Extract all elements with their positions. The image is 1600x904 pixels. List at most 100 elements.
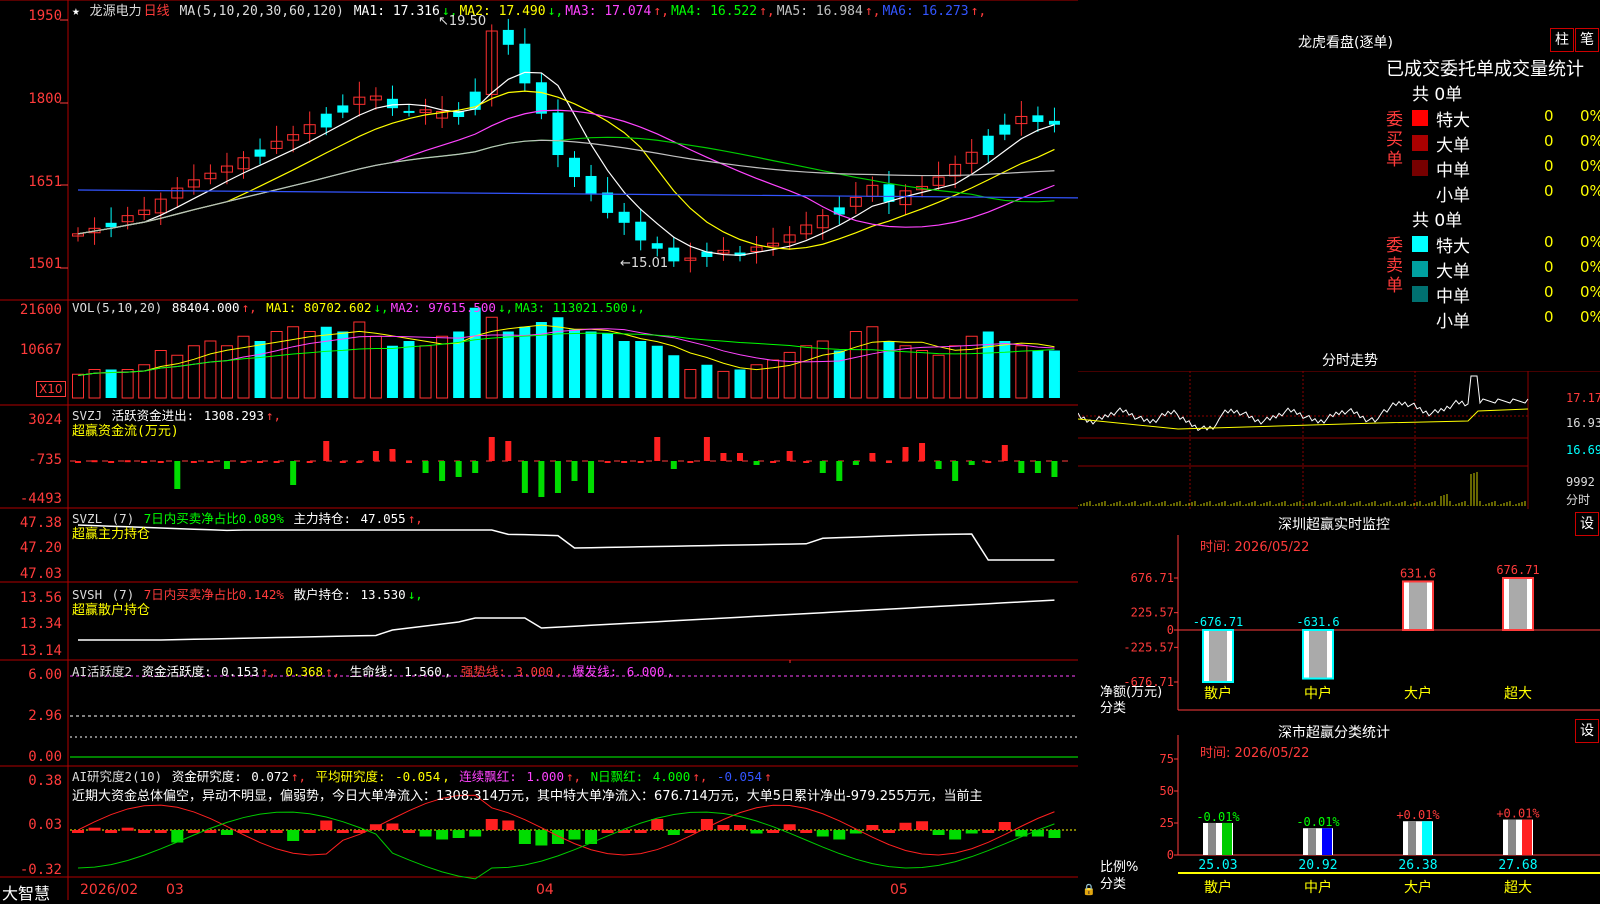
row-pct: 0% <box>1580 132 1600 150</box>
candle-body <box>982 135 994 156</box>
ai-research-bar <box>518 830 531 844</box>
ai-research-bar <box>816 830 829 837</box>
candle-body <box>883 184 895 202</box>
row-count: 0 <box>1544 157 1554 175</box>
candle-body <box>651 243 663 249</box>
volume-bar <box>684 369 697 399</box>
row-name: 大单 <box>1436 262 1470 282</box>
svzj-bar <box>952 461 959 481</box>
candle-body <box>386 98 398 109</box>
row-swatch <box>1412 185 1428 201</box>
ai-research-bar <box>551 830 564 844</box>
ai-research-bar <box>882 830 895 833</box>
period-label[interactable]: 日线 <box>144 4 170 19</box>
tab-bar[interactable]: 柱 <box>1550 28 1574 52</box>
svzj-bar <box>240 461 247 463</box>
volume-bar <box>635 341 647 398</box>
ai-research-item1-label: 资金研究度: <box>171 769 242 784</box>
ma-line-30 <box>77 136 1055 235</box>
svzj-bar <box>786 451 793 461</box>
monitor-settings-button[interactable]: 设 <box>1575 512 1599 536</box>
class-bar <box>1403 821 1433 855</box>
candle-body <box>502 29 514 45</box>
ai-research-bar <box>386 823 399 830</box>
row-swatch <box>1412 286 1428 302</box>
brand-logo[interactable]: 大智慧 <box>2 880 50 904</box>
ma-value-1: MA1: 17.316 <box>353 4 440 19</box>
monitor-title: 深圳超赢实时监控 <box>1278 517 1390 533</box>
ma-line-5 <box>77 71 1055 256</box>
row-swatch <box>1412 110 1428 126</box>
volume-bar <box>1032 350 1044 398</box>
ai-research-bar <box>734 825 746 830</box>
candle-body <box>602 192 614 213</box>
ai-research-bar <box>254 830 267 833</box>
svzj-bar <box>157 461 164 463</box>
ai-active-item5-value: 6.000 <box>626 664 665 679</box>
star-icon: ★ <box>72 4 80 19</box>
ai-research-bar <box>1048 830 1061 838</box>
svzj-bar <box>637 461 644 463</box>
vol-ma-value-1: MA1: 80702.602 <box>266 300 372 315</box>
svzj-bar <box>108 461 115 463</box>
class-bar-delta: +0.01% <box>1496 807 1540 821</box>
row-count: 0 <box>1544 132 1554 150</box>
tab-tick[interactable]: 笔 <box>1575 28 1599 52</box>
svsh-subtitle: 超赢散户持仓 <box>72 603 151 618</box>
volume-bar <box>701 364 713 398</box>
volume-bar <box>419 345 432 399</box>
monitor-axis-tick: 0 <box>1167 623 1174 637</box>
volume-bar <box>618 341 630 398</box>
buy-total: 共 0单 <box>1412 85 1463 105</box>
ai-research-axis-2: 0.03 <box>28 817 62 833</box>
ai-research-bar <box>717 825 730 830</box>
row-swatch <box>1412 160 1428 176</box>
ai-commentary: 近期大资金总体偏空，异动不明显，偏弱势，今日大单净流入：1308.314万元，其… <box>72 789 983 804</box>
buy-label: 委买单 <box>1386 110 1403 170</box>
svzl-axis-2: 47.20 <box>19 540 62 556</box>
ai-research-bar <box>634 830 647 833</box>
date-label-4: 05 <box>890 882 908 898</box>
volume-bar <box>833 350 845 398</box>
ai-active-item4-label: 强势线: <box>460 664 506 679</box>
class-axis-tick: 0 <box>1167 848 1174 862</box>
ai-research-bar <box>502 820 515 830</box>
class-bar-accent <box>1522 819 1532 855</box>
class-bar-value: 26.38 <box>1398 858 1437 873</box>
volume-bar <box>204 340 217 399</box>
svzj-bar <box>670 461 677 469</box>
class-bar-delta: -0.01% <box>1296 815 1340 829</box>
ai-research-bar <box>651 819 664 830</box>
ma-arrow-3: ↑, <box>653 4 669 19</box>
volume-bar <box>849 331 862 399</box>
candle-body <box>668 247 680 262</box>
svzj-bar <box>919 443 926 461</box>
volume-bar <box>171 354 184 399</box>
ai-active-header: AI活跃度2 资金活跃度: 0.153 ↑, 0.368 ↑, 生命线: 1.560… <box>72 664 674 679</box>
svzj-subtitle: 超赢资金流(万元) <box>72 424 179 439</box>
svzj-axis-3: -4493 <box>19 491 62 507</box>
ai-research-bar <box>419 830 432 837</box>
volume-bar <box>982 331 994 398</box>
row-name: 大单 <box>1436 136 1470 156</box>
ai-research-bar <box>336 830 349 833</box>
svzj-bar <box>753 461 760 465</box>
monitor-axis-tick: 676.71 <box>1131 571 1174 585</box>
ma-params: MA(5,10,20,30,60,120) <box>179 4 344 19</box>
volume-bar <box>369 335 382 399</box>
row-count: 0 <box>1544 233 1554 251</box>
svzj-bar <box>687 461 694 463</box>
volume-bar <box>303 331 316 399</box>
monitor-bar <box>1402 580 1434 631</box>
svzj-bar <box>223 461 230 469</box>
stock-name: 龙源电力 <box>89 4 142 19</box>
intraday-chart[interactable] <box>1078 371 1600 509</box>
svzj-bar <box>75 461 81 463</box>
candlestick-series <box>72 18 1060 273</box>
ai-research-bar <box>568 830 581 840</box>
row-count: 0 <box>1544 107 1554 125</box>
row-swatch <box>1412 311 1428 327</box>
stock-chart-area[interactable] <box>0 0 1078 900</box>
row-swatch <box>1412 236 1428 252</box>
monitor-category-label: 中户 <box>1304 685 1332 702</box>
